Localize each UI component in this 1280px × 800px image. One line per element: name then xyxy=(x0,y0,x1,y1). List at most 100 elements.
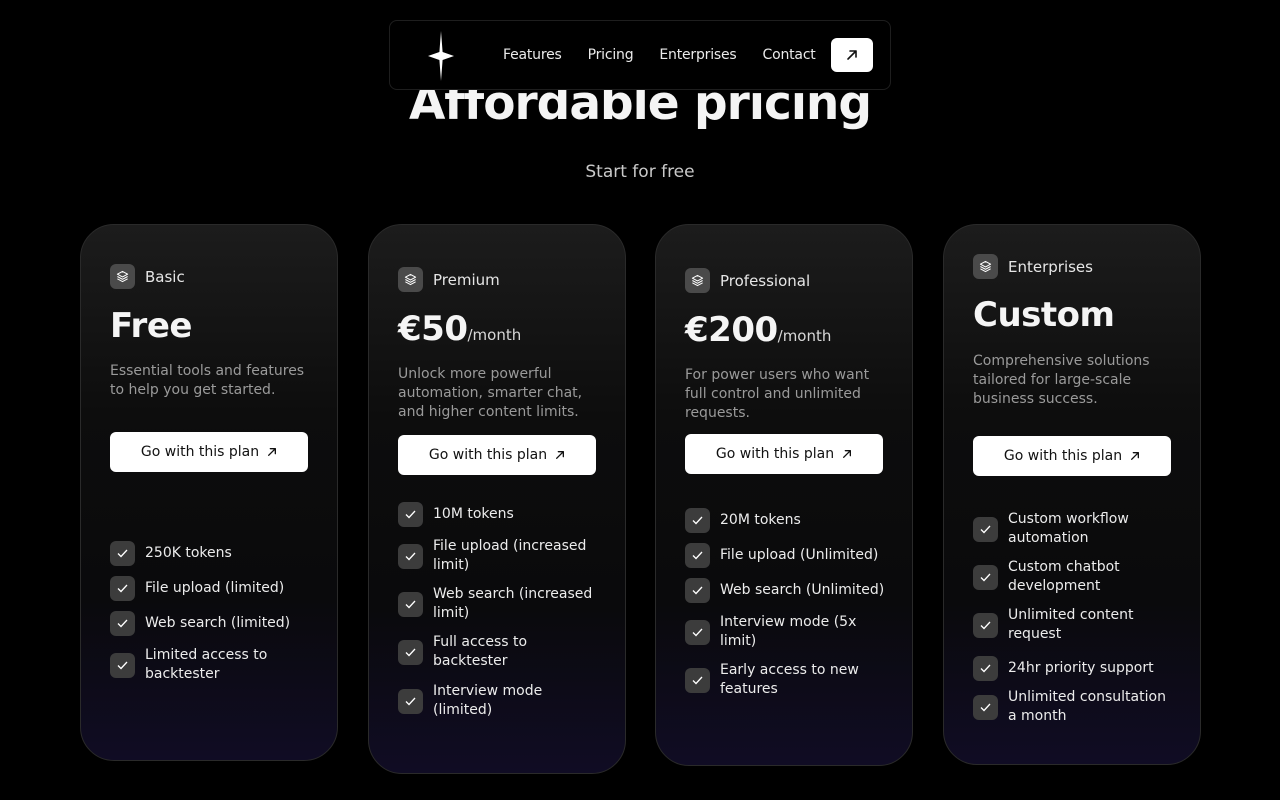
feature-item: Unlimited consultation a month xyxy=(973,688,1178,726)
check-icon xyxy=(973,516,998,542)
plan-description: Essential tools and features to help you… xyxy=(110,363,305,398)
check-icon xyxy=(973,694,998,720)
feature-text: Web search (limited) xyxy=(145,615,291,631)
price-value: €200 xyxy=(685,310,778,350)
button-label: Go with this plan xyxy=(715,446,835,462)
feature-item: Custom workflow automation xyxy=(973,510,1178,548)
top-nav: Features Pricing Enterprises Contact xyxy=(389,20,891,90)
feature-text: Limited access to backtester xyxy=(145,647,268,682)
button-label: Go with this plan xyxy=(140,444,260,460)
price-period: /month xyxy=(467,326,522,344)
check-icon xyxy=(110,611,135,636)
feature-item: Unlimited content request xyxy=(973,606,1178,644)
button-label: Go with this plan xyxy=(1003,448,1123,464)
plan-price: €200/month xyxy=(685,310,831,350)
price-value: Free xyxy=(110,306,192,346)
plan-name: Premium xyxy=(433,270,500,289)
plan-price: Custom xyxy=(973,295,1115,335)
feature-text: File upload (limited) xyxy=(145,580,285,596)
check-icon xyxy=(973,564,998,590)
go-with-plan-button[interactable]: Go with this plan xyxy=(110,432,308,472)
go-with-plan-button[interactable]: Go with this plan xyxy=(398,435,596,475)
check-icon xyxy=(973,656,998,681)
arrow-up-right-icon xyxy=(268,448,277,456)
price-value: Custom xyxy=(973,295,1115,335)
feature-text: File upload (Unlimited) xyxy=(720,547,879,563)
feature-item: File upload (Unlimited) xyxy=(685,543,890,568)
feature-text: Full access to backtester xyxy=(433,634,528,669)
check-icon xyxy=(685,543,710,568)
feature-item: Web search (Unlimited) xyxy=(685,578,890,603)
feature-text: Web search (Unlimited) xyxy=(720,582,885,598)
plan-card-basic: Basic Free Essential tools and features … xyxy=(80,224,338,761)
check-icon xyxy=(110,541,135,566)
button-label: Go with this plan xyxy=(428,447,548,463)
plan-name: Professional xyxy=(720,271,811,290)
layers-icon xyxy=(398,267,423,292)
feature-text: Early access to new features xyxy=(720,662,859,697)
nav-links: Features Pricing Enterprises Contact xyxy=(503,21,842,89)
plan-description: Comprehensive solutions tailored for lar… xyxy=(973,353,1150,407)
feature-text: 250K tokens xyxy=(145,545,232,561)
feature-text: Interview mode (5x limit) xyxy=(720,614,857,649)
check-icon xyxy=(685,578,710,603)
feature-item: Custom chatbot development xyxy=(973,558,1178,596)
check-icon xyxy=(398,688,423,714)
feature-text: Custom chatbot development xyxy=(1008,559,1120,594)
plan-name: Enterprises xyxy=(1008,257,1093,276)
feature-text: Interview mode (limited) xyxy=(433,683,543,718)
feature-item: Web search (increased limit) xyxy=(398,585,603,623)
feature-item: Interview mode (5x limit) xyxy=(685,613,890,651)
plan-name: Basic xyxy=(145,267,185,286)
sparkle-star-icon[interactable] xyxy=(428,31,454,81)
feature-item: Early access to new features xyxy=(685,661,890,699)
feature-item: 20M tokens xyxy=(685,508,890,533)
check-icon xyxy=(685,508,710,533)
feature-text: Web search (increased limit) xyxy=(433,586,593,621)
feature-text: Unlimited content request xyxy=(1008,607,1134,642)
layers-icon xyxy=(110,264,135,289)
feature-item: 10M tokens xyxy=(398,502,603,527)
plan-card-professional: Professional €200/month For power users … xyxy=(655,224,913,766)
check-icon xyxy=(110,652,135,678)
plan-card-enterprises: Enterprises Custom Comprehensive solutio… xyxy=(943,224,1201,765)
feature-item: 250K tokens xyxy=(110,541,315,566)
plan-price: €50/month xyxy=(398,309,521,349)
go-with-plan-button[interactable]: Go with this plan xyxy=(685,434,883,474)
check-icon xyxy=(685,667,710,693)
nav-link-enterprises[interactable]: Enterprises xyxy=(659,47,736,63)
nav-cta-button[interactable] xyxy=(831,38,873,72)
check-icon xyxy=(398,502,423,527)
feature-text: Unlimited consultation a month xyxy=(1008,689,1166,724)
feature-text: Custom workflow automation xyxy=(1008,511,1129,546)
check-icon xyxy=(398,591,423,617)
feature-item: Full access to backtester xyxy=(398,633,603,671)
arrow-up-right-icon xyxy=(847,50,857,60)
check-icon xyxy=(110,576,135,601)
feature-text: 24hr priority support xyxy=(1008,660,1154,676)
feature-item: Interview mode (limited) xyxy=(398,682,603,720)
page-subtitle: Start for free xyxy=(585,162,695,182)
nav-link-contact[interactable]: Contact xyxy=(763,47,816,63)
feature-item: Web search (limited) xyxy=(110,611,315,636)
arrow-up-right-icon xyxy=(843,450,852,458)
arrow-up-right-icon xyxy=(556,451,565,459)
arrow-up-right-icon xyxy=(1131,452,1140,460)
plan-price: Free xyxy=(110,306,192,346)
plan-card-premium: Premium €50/month Unlock more powerful a… xyxy=(368,224,626,774)
go-with-plan-button[interactable]: Go with this plan xyxy=(973,436,1171,476)
nav-link-features[interactable]: Features xyxy=(503,47,562,63)
layers-icon xyxy=(685,268,710,293)
plan-description: For power users who want full control an… xyxy=(685,367,870,421)
price-value: €50 xyxy=(398,309,468,349)
feature-item: File upload (increased limit) xyxy=(398,537,603,575)
feature-item: File upload (limited) xyxy=(110,576,315,601)
nav-link-pricing[interactable]: Pricing xyxy=(588,47,634,63)
feature-text: 20M tokens xyxy=(720,512,801,528)
check-icon xyxy=(398,639,423,665)
price-period: /month xyxy=(777,327,832,345)
layers-icon xyxy=(973,254,998,279)
feature-item: Limited access to backtester xyxy=(110,646,315,684)
feature-item: 24hr priority support xyxy=(973,656,1178,681)
feature-text: File upload (increased limit) xyxy=(433,538,587,573)
